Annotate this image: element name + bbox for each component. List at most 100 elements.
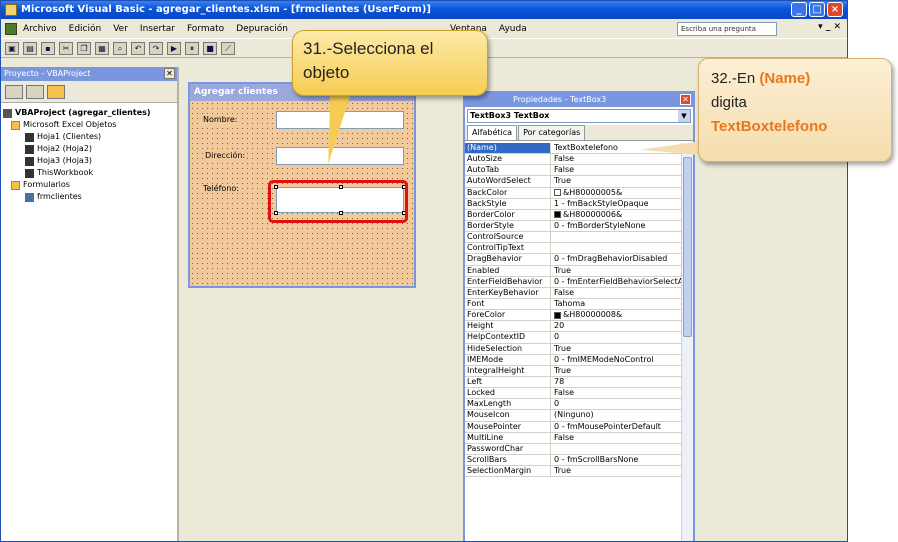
property-value[interactable]: True: [551, 266, 683, 276]
property-row[interactable]: IntegralHeight True: [465, 365, 683, 377]
property-row[interactable]: DragBehavior 0 - fmDragBehaviorDisabled: [465, 254, 683, 266]
insert-userform-icon[interactable]: ▤: [23, 41, 37, 55]
object-selector[interactable]: TextBox3 TextBox ▼: [467, 109, 691, 123]
property-value[interactable]: (Ninguno): [551, 410, 683, 420]
property-row[interactable]: ScrollBars 0 - fmScrollBarsNone: [465, 454, 683, 467]
design-mode-icon[interactable]: ⟋: [221, 41, 235, 55]
property-value[interactable]: True: [551, 176, 683, 186]
property-value[interactable]: False: [551, 388, 683, 398]
property-row[interactable]: MouseIcon (Ninguno): [465, 410, 683, 422]
menu-edicion[interactable]: Edición: [69, 24, 102, 34]
property-row[interactable]: EnterKeyBehavior False: [465, 287, 683, 299]
save-icon[interactable]: ▪: [41, 41, 55, 55]
property-value[interactable]: &H80000005&: [551, 188, 683, 198]
property-value[interactable]: 0 - fmMousePointerDefault: [551, 422, 683, 432]
property-row[interactable]: Height 20: [465, 321, 683, 333]
menu-insertar[interactable]: Insertar: [140, 24, 175, 34]
tab-por-categorias[interactable]: Por categorías: [518, 125, 586, 140]
property-row[interactable]: AutoSize False: [465, 154, 683, 166]
property-value[interactable]: False: [551, 154, 683, 164]
scrollbar-thumb[interactable]: [683, 157, 692, 337]
chevron-down-icon[interactable]: ▼: [678, 110, 690, 122]
property-row[interactable]: BackColor &H80000005&: [465, 187, 683, 199]
property-value[interactable]: False: [551, 288, 683, 298]
property-value[interactable]: True: [551, 366, 683, 376]
property-value[interactable]: 0 - fmBorderStyleNone: [551, 221, 683, 231]
maximize-button[interactable]: □: [809, 2, 825, 17]
property-value[interactable]: 0: [551, 399, 683, 409]
close-button[interactable]: ×: [827, 2, 843, 17]
property-row[interactable]: HelpContextID 0: [465, 332, 683, 344]
property-value[interactable]: True: [551, 466, 683, 476]
property-row[interactable]: MousePointer 0 - fmMousePointerDefault: [465, 421, 683, 433]
tree-node-formularios[interactable]: Formularios: [3, 179, 175, 191]
property-row[interactable]: Enabled True: [465, 265, 683, 277]
property-row[interactable]: AutoWordSelect True: [465, 176, 683, 188]
property-row[interactable]: Font Tahoma: [465, 298, 683, 311]
userform[interactable]: Agregar clientes Nombre: Dirección: Telé…: [188, 82, 416, 288]
property-row[interactable]: ControlSource: [465, 232, 683, 244]
property-row[interactable]: ControlTipText: [465, 243, 683, 255]
property-value[interactable]: [551, 444, 683, 454]
toggle-folders-icon[interactable]: [47, 85, 65, 99]
properties-scrollbar[interactable]: [681, 143, 693, 541]
property-value[interactable]: False: [551, 433, 683, 443]
view-excel-icon[interactable]: ▣: [5, 41, 19, 55]
property-value[interactable]: 78: [551, 377, 683, 387]
property-value[interactable]: 0: [551, 332, 683, 342]
copy-icon[interactable]: ❐: [77, 41, 91, 55]
label-direccion[interactable]: Dirección:: [204, 151, 247, 160]
close-icon[interactable]: ✕: [164, 68, 175, 79]
tree-node-hoja3[interactable]: Hoja3 (Hoja3): [3, 155, 175, 167]
property-row[interactable]: MultiLine False: [465, 432, 683, 444]
userform-canvas[interactable]: Nombre: Dirección: Teléfono:: [190, 101, 414, 286]
property-row[interactable]: ForeColor &H80000008&: [465, 310, 683, 322]
cut-icon[interactable]: ✂: [59, 41, 73, 55]
close-icon[interactable]: ✕: [680, 94, 691, 105]
minimize-button[interactable]: _: [791, 2, 807, 17]
property-value[interactable]: False: [551, 165, 683, 175]
property-value[interactable]: 20: [551, 321, 683, 331]
tree-node-hoja2[interactable]: Hoja2 (Hoja2): [3, 143, 175, 155]
property-row[interactable]: Left 78: [465, 376, 683, 389]
property-value[interactable]: 1 - fmBackStyleOpaque: [551, 199, 683, 209]
property-value[interactable]: True: [551, 344, 683, 354]
property-value[interactable]: [551, 232, 683, 242]
pause-icon[interactable]: ⏸: [185, 41, 199, 55]
tree-node-excel-objects[interactable]: Microsoft Excel Objetos: [3, 119, 175, 131]
property-row[interactable]: BorderColor &H80000006&: [465, 209, 683, 221]
paste-icon[interactable]: ▦: [95, 41, 109, 55]
property-value[interactable]: 0 - fmDragBehaviorDisabled: [551, 254, 683, 264]
stop-icon[interactable]: ■: [203, 41, 217, 55]
tree-node-frmclientes[interactable]: frmclientes: [3, 191, 175, 203]
find-icon[interactable]: ⌕: [113, 41, 127, 55]
property-row[interactable]: SelectionMargin True: [465, 466, 683, 478]
tree-node-thisworkbook[interactable]: ThisWorkbook: [3, 167, 175, 179]
ask-question-input[interactable]: Escriba una pregunta: [677, 22, 777, 36]
mdi-controls[interactable]: ▾ _ ✕: [818, 22, 841, 32]
property-row[interactable]: Locked False: [465, 388, 683, 400]
property-row[interactable]: BorderStyle 0 - fmBorderStyleNone: [465, 220, 683, 233]
menu-ayuda[interactable]: Ayuda: [499, 24, 527, 34]
property-row[interactable]: EnterFieldBehavior 0 - fmEnterFieldBehavi…: [465, 276, 683, 288]
menu-formato[interactable]: Formato: [187, 24, 224, 34]
property-row[interactable]: PasswordChar: [465, 443, 683, 455]
property-value[interactable]: 0 - fmScrollBarsNone: [551, 455, 683, 465]
menu-archivo[interactable]: Archivo: [23, 24, 57, 34]
property-row[interactable]: MaxLength 0: [465, 399, 683, 411]
menu-ver[interactable]: Ver: [113, 24, 128, 34]
property-row[interactable]: IMEMode 0 - fmIMEModeNoControl: [465, 354, 683, 366]
property-value[interactable]: &H80000006&: [551, 210, 683, 220]
tree-node-vbaproject[interactable]: VBAProject (agregar_clientes): [3, 107, 175, 119]
label-nombre[interactable]: Nombre:: [202, 115, 239, 124]
run-icon[interactable]: ▶: [167, 41, 181, 55]
view-code-icon[interactable]: [5, 85, 23, 99]
property-row[interactable]: BackStyle 1 - fmBackStyleOpaque: [465, 198, 683, 210]
view-object-icon[interactable]: [26, 85, 44, 99]
property-row[interactable]: AutoTab False: [465, 165, 683, 177]
tab-alfabetica[interactable]: Alfabética: [467, 125, 518, 140]
property-value[interactable]: 0 - fmEnterFieldBehaviorSelectA: [551, 277, 683, 287]
menu-depuracion[interactable]: Depuración: [236, 24, 288, 34]
tree-node-hoja1[interactable]: Hoja1 (Clientes): [3, 131, 175, 143]
property-row[interactable]: HideSelection True: [465, 343, 683, 355]
